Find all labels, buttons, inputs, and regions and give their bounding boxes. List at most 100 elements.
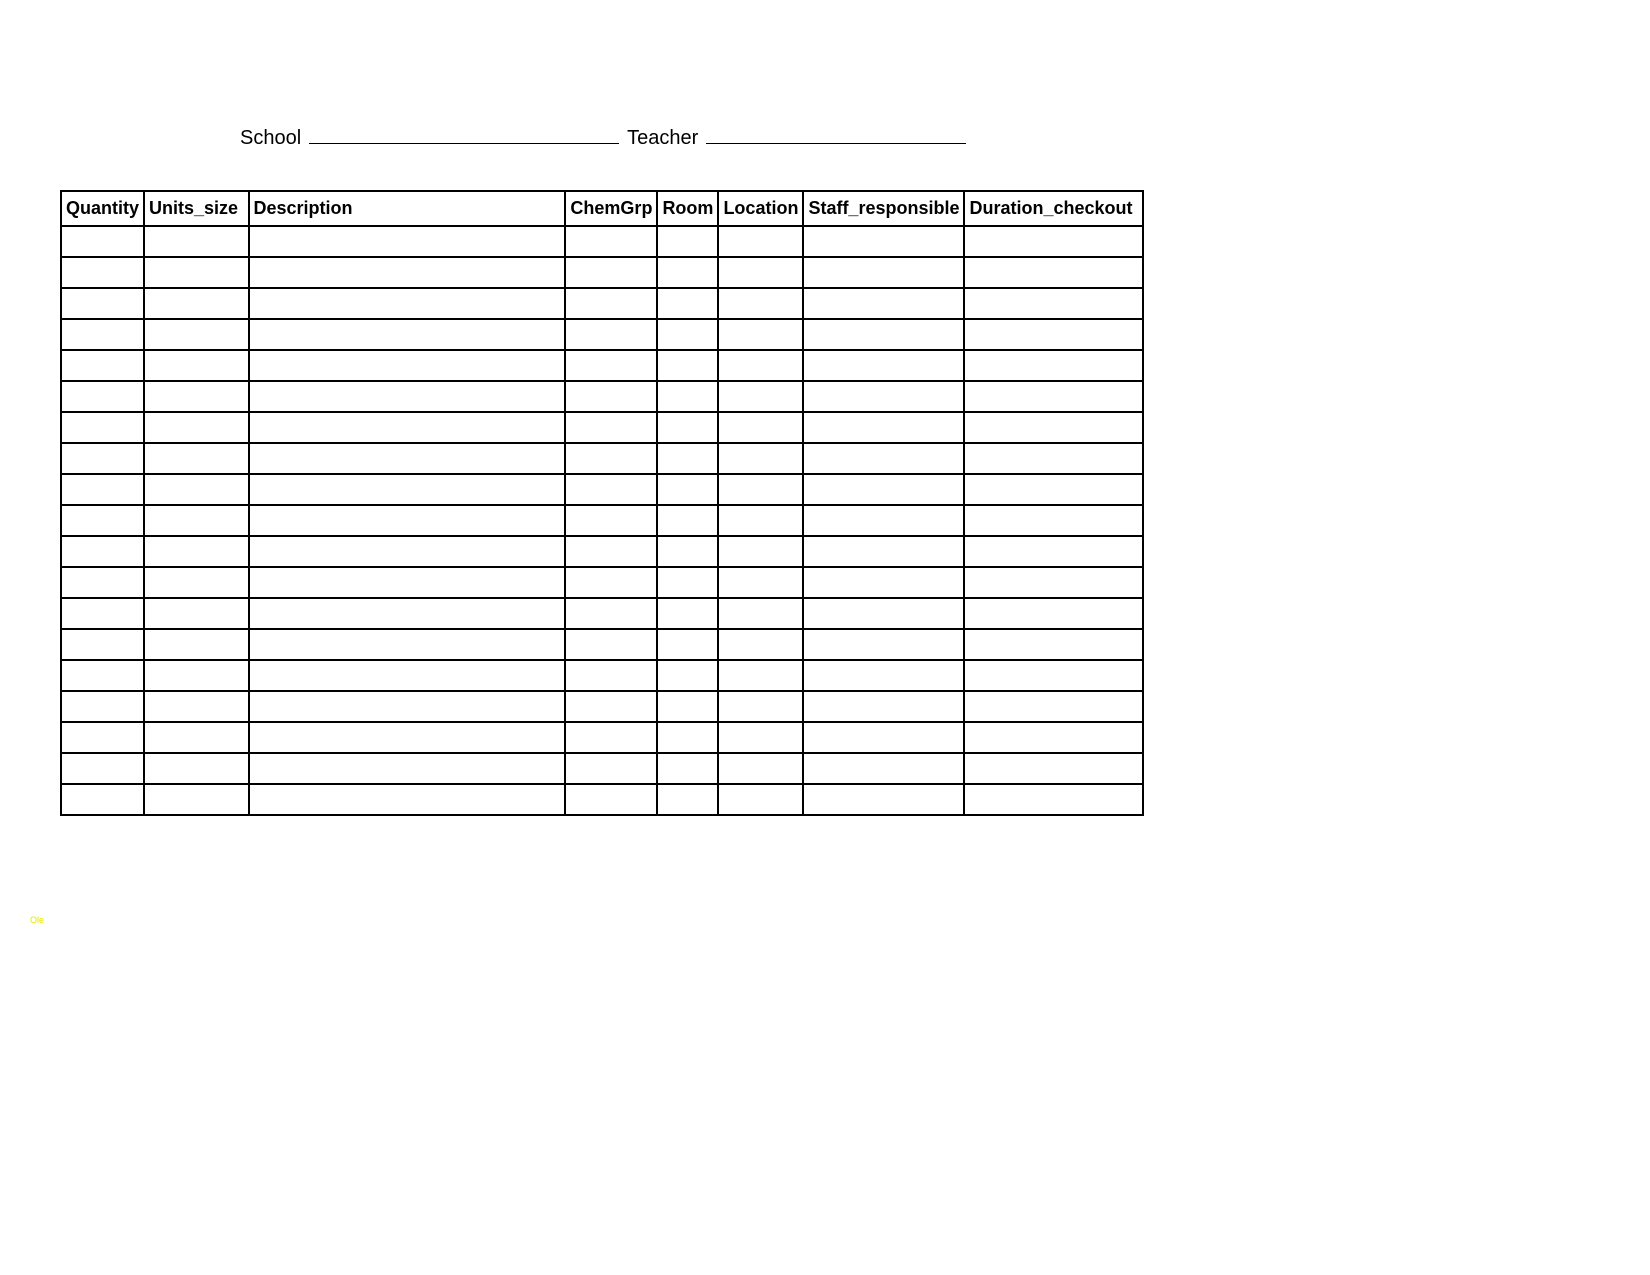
- cell-staff-responsible[interactable]: [803, 319, 964, 350]
- cell-chemgrp[interactable]: [565, 753, 657, 784]
- cell-location[interactable]: [718, 381, 803, 412]
- cell-units-size[interactable]: [144, 505, 249, 536]
- cell-staff-responsible[interactable]: [803, 784, 964, 815]
- cell-quantity[interactable]: [61, 226, 144, 257]
- cell-location[interactable]: [718, 319, 803, 350]
- cell-duration-checkout[interactable]: [964, 319, 1143, 350]
- cell-staff-responsible[interactable]: [803, 412, 964, 443]
- cell-room[interactable]: [657, 288, 718, 319]
- cell-units-size[interactable]: [144, 629, 249, 660]
- cell-staff-responsible[interactable]: [803, 691, 964, 722]
- cell-location[interactable]: [718, 288, 803, 319]
- cell-quantity[interactable]: [61, 412, 144, 443]
- cell-staff-responsible[interactable]: [803, 660, 964, 691]
- cell-location[interactable]: [718, 474, 803, 505]
- cell-location[interactable]: [718, 629, 803, 660]
- cell-chemgrp[interactable]: [565, 691, 657, 722]
- cell-chemgrp[interactable]: [565, 257, 657, 288]
- cell-staff-responsible[interactable]: [803, 350, 964, 381]
- cell-chemgrp[interactable]: [565, 443, 657, 474]
- cell-units-size[interactable]: [144, 474, 249, 505]
- cell-units-size[interactable]: [144, 660, 249, 691]
- cell-room[interactable]: [657, 598, 718, 629]
- cell-quantity[interactable]: [61, 753, 144, 784]
- cell-quantity[interactable]: [61, 381, 144, 412]
- cell-chemgrp[interactable]: [565, 567, 657, 598]
- cell-room[interactable]: [657, 443, 718, 474]
- cell-description[interactable]: [249, 443, 566, 474]
- cell-location[interactable]: [718, 753, 803, 784]
- cell-units-size[interactable]: [144, 319, 249, 350]
- cell-quantity[interactable]: [61, 319, 144, 350]
- cell-units-size[interactable]: [144, 443, 249, 474]
- cell-duration-checkout[interactable]: [964, 288, 1143, 319]
- cell-staff-responsible[interactable]: [803, 505, 964, 536]
- cell-quantity[interactable]: [61, 722, 144, 753]
- cell-quantity[interactable]: [61, 288, 144, 319]
- cell-staff-responsible[interactable]: [803, 474, 964, 505]
- cell-description[interactable]: [249, 288, 566, 319]
- cell-quantity[interactable]: [61, 474, 144, 505]
- cell-chemgrp[interactable]: [565, 412, 657, 443]
- cell-room[interactable]: [657, 567, 718, 598]
- cell-room[interactable]: [657, 629, 718, 660]
- cell-staff-responsible[interactable]: [803, 536, 964, 567]
- cell-duration-checkout[interactable]: [964, 381, 1143, 412]
- cell-room[interactable]: [657, 474, 718, 505]
- cell-room[interactable]: [657, 722, 718, 753]
- cell-quantity[interactable]: [61, 567, 144, 598]
- cell-room[interactable]: [657, 660, 718, 691]
- school-input-line[interactable]: [309, 120, 619, 144]
- cell-room[interactable]: [657, 319, 718, 350]
- cell-quantity[interactable]: [61, 660, 144, 691]
- cell-duration-checkout[interactable]: [964, 350, 1143, 381]
- cell-description[interactable]: [249, 784, 566, 815]
- cell-staff-responsible[interactable]: [803, 381, 964, 412]
- cell-room[interactable]: [657, 257, 718, 288]
- cell-staff-responsible[interactable]: [803, 722, 964, 753]
- cell-chemgrp[interactable]: [565, 350, 657, 381]
- cell-description[interactable]: [249, 257, 566, 288]
- cell-description[interactable]: [249, 753, 566, 784]
- cell-staff-responsible[interactable]: [803, 443, 964, 474]
- cell-quantity[interactable]: [61, 257, 144, 288]
- cell-units-size[interactable]: [144, 288, 249, 319]
- cell-location[interactable]: [718, 257, 803, 288]
- cell-description[interactable]: [249, 505, 566, 536]
- cell-description[interactable]: [249, 660, 566, 691]
- cell-duration-checkout[interactable]: [964, 257, 1143, 288]
- cell-location[interactable]: [718, 784, 803, 815]
- cell-chemgrp[interactable]: [565, 288, 657, 319]
- cell-room[interactable]: [657, 505, 718, 536]
- cell-duration-checkout[interactable]: [964, 474, 1143, 505]
- cell-quantity[interactable]: [61, 629, 144, 660]
- cell-description[interactable]: [249, 598, 566, 629]
- cell-units-size[interactable]: [144, 381, 249, 412]
- cell-description[interactable]: [249, 474, 566, 505]
- cell-room[interactable]: [657, 412, 718, 443]
- cell-staff-responsible[interactable]: [803, 226, 964, 257]
- cell-location[interactable]: [718, 226, 803, 257]
- cell-room[interactable]: [657, 350, 718, 381]
- cell-units-size[interactable]: [144, 226, 249, 257]
- cell-location[interactable]: [718, 443, 803, 474]
- cell-duration-checkout[interactable]: [964, 505, 1143, 536]
- cell-location[interactable]: [718, 660, 803, 691]
- cell-description[interactable]: [249, 226, 566, 257]
- cell-description[interactable]: [249, 629, 566, 660]
- cell-room[interactable]: [657, 691, 718, 722]
- cell-location[interactable]: [718, 350, 803, 381]
- cell-duration-checkout[interactable]: [964, 753, 1143, 784]
- cell-description[interactable]: [249, 536, 566, 567]
- cell-chemgrp[interactable]: [565, 722, 657, 753]
- cell-location[interactable]: [718, 567, 803, 598]
- cell-quantity[interactable]: [61, 536, 144, 567]
- cell-staff-responsible[interactable]: [803, 567, 964, 598]
- cell-description[interactable]: [249, 567, 566, 598]
- cell-chemgrp[interactable]: [565, 536, 657, 567]
- cell-quantity[interactable]: [61, 443, 144, 474]
- cell-description[interactable]: [249, 319, 566, 350]
- cell-description[interactable]: [249, 412, 566, 443]
- cell-staff-responsible[interactable]: [803, 257, 964, 288]
- cell-room[interactable]: [657, 226, 718, 257]
